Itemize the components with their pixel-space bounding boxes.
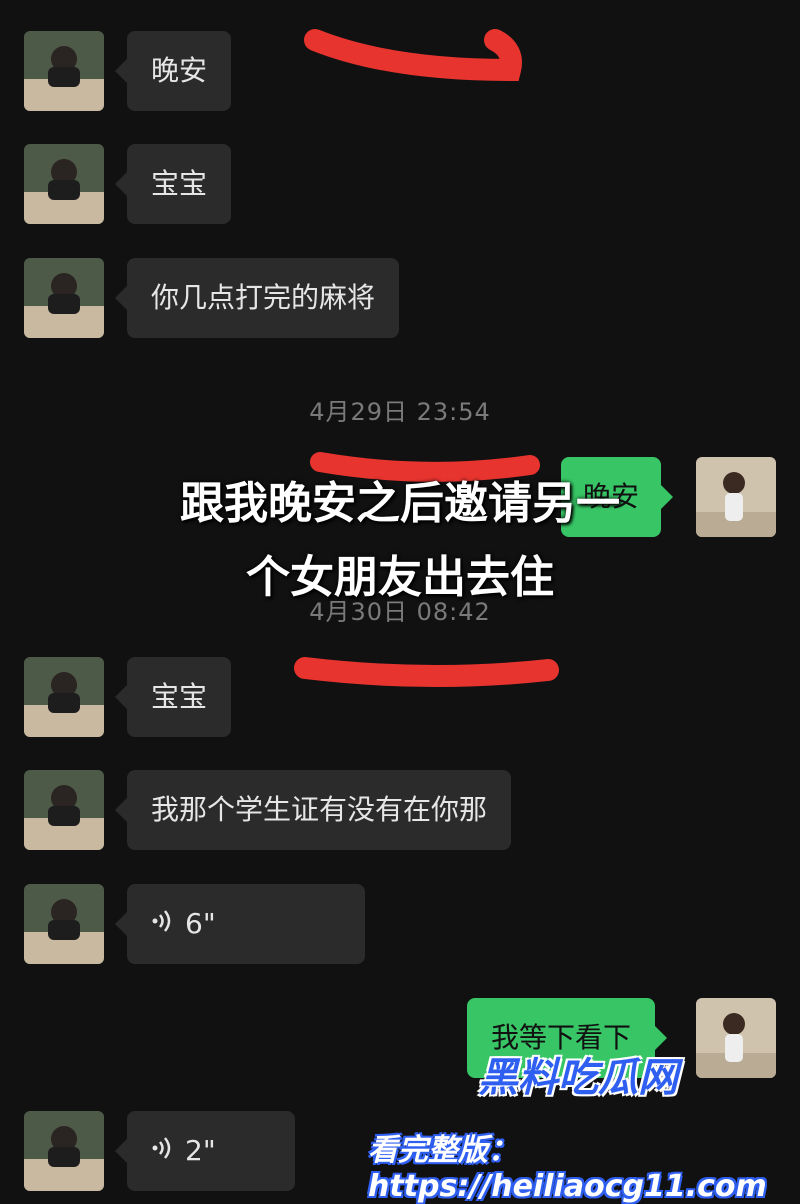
red-scribble-top [304, 29, 522, 82]
message-text: 宝宝 [151, 167, 208, 200]
voice-message-bubble[interactable]: 2" [115, 1111, 295, 1192]
contact-avatar[interactable] [24, 770, 104, 850]
voice-duration: 2" [185, 1134, 216, 1167]
message-text: 你几点打完的麻将 [151, 281, 376, 314]
message-bubble[interactable]: 宝宝 [114, 144, 232, 224]
voice-duration: 6" [185, 907, 216, 940]
contact-avatar[interactable] [24, 258, 104, 338]
message-bubble[interactable]: 我那个学生证有没有在你那 [114, 770, 512, 850]
voice-wave-icon [151, 1112, 173, 1192]
red-scribble-lower [294, 657, 559, 688]
message-text: 我那个学生证有没有在你那 [151, 793, 488, 826]
overlay-caption-line1: 跟我晚安之后邀请另一 [180, 478, 620, 529]
contact-avatar[interactable] [24, 31, 104, 111]
contact-avatar[interactable] [24, 144, 104, 224]
watermark-url: 看完整版：https://heiliaocg11.com [368, 1133, 767, 1204]
message-bubble[interactable]: 晚安 [114, 31, 232, 111]
voice-wave-icon [151, 885, 173, 965]
self-avatar[interactable] [696, 998, 776, 1078]
message-bubble[interactable]: 宝宝 [114, 657, 232, 737]
contact-avatar[interactable] [24, 884, 104, 964]
watermark-brand: 黑料吃瓜网 [478, 1055, 678, 1101]
timestamp: 4月29日 23:54 [309, 398, 491, 426]
contact-avatar[interactable] [24, 657, 104, 737]
overlay-caption-line2: 个女朋友出去住 [246, 552, 554, 603]
message-bubble[interactable]: 你几点打完的麻将 [114, 258, 400, 338]
voice-message-bubble[interactable]: 6" [115, 884, 365, 965]
contact-avatar[interactable] [24, 1111, 104, 1191]
message-text: 晚安 [151, 54, 208, 87]
message-text: 宝宝 [151, 680, 208, 713]
